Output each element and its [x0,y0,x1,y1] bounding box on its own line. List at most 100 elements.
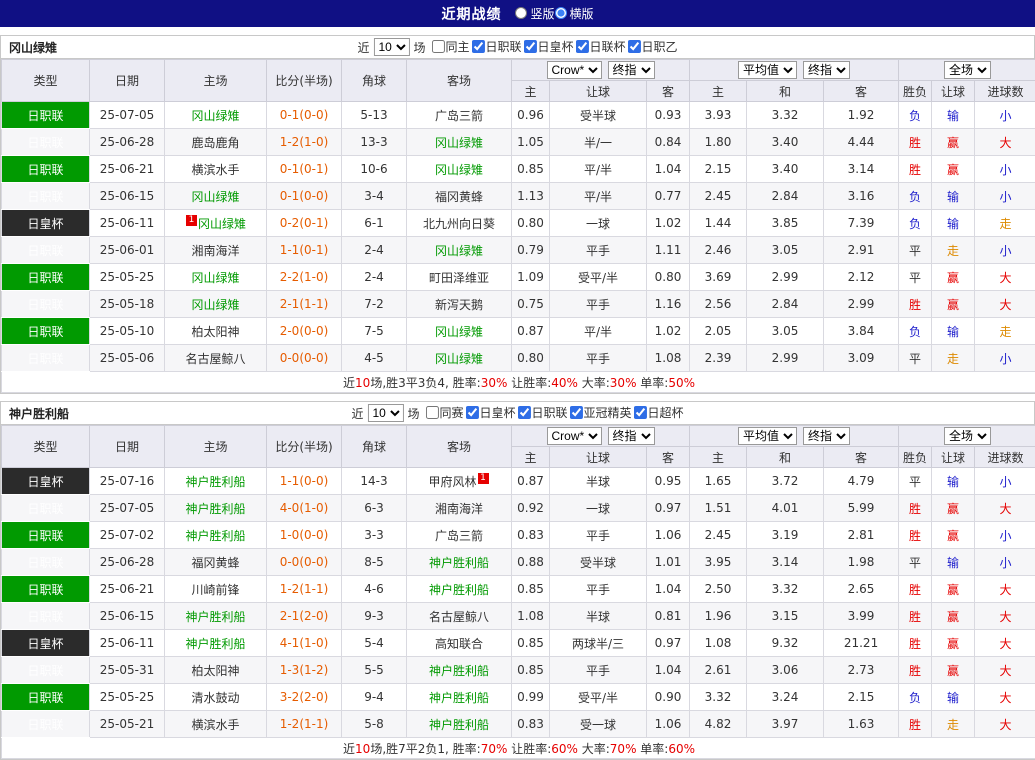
home-team-cell[interactable]: 1冈山绿雉 [165,210,267,237]
team-link[interactable]: 冈山绿雉 [191,298,239,312]
away-team-cell[interactable]: 广岛三箭 [407,522,512,549]
away-team-cell[interactable]: 冈山绿雉 [407,129,512,156]
away-team-cell[interactable]: 冈山绿雉 [407,318,512,345]
team-link[interactable]: 名古屋鲸八 [185,352,245,366]
away-team-cell[interactable]: 町田泽维亚 [407,264,512,291]
team-link[interactable]: 神户胜利船 [429,718,489,732]
team-link[interactable]: 冈山绿雉 [198,217,246,231]
match-count-select[interactable]: 10 [373,38,409,56]
match-count-select[interactable]: 10 [367,404,403,422]
filter-checkbox[interactable] [576,40,589,53]
asia-time-select[interactable]: 终指 [608,61,655,79]
filter-option[interactable]: 同主 [431,38,469,55]
team-link[interactable]: 冈山绿雉 [191,271,239,285]
filter-option[interactable]: 日皇杯 [524,38,574,55]
layout-option[interactable]: 横版 [555,5,594,22]
layout-radio[interactable] [515,7,527,19]
home-team-cell[interactable]: 柏太阳神 [165,318,267,345]
team-link[interactable]: 神户胜利船 [185,502,245,516]
filter-checkbox[interactable] [628,40,641,53]
team-link[interactable]: 冈山绿雉 [191,190,239,204]
team-link[interactable]: 广岛三箭 [435,529,483,543]
home-team-cell[interactable]: 神户胜利船 [165,522,267,549]
team-link[interactable]: 新泻天鹅 [435,298,483,312]
team-link[interactable]: 神户胜利船 [429,556,489,570]
asia-bookmaker-select[interactable]: Crow* [547,61,602,79]
team-link[interactable]: 湘南海洋 [435,502,483,516]
home-team-cell[interactable]: 神户胜利船 [165,603,267,630]
team-link[interactable]: 神户胜利船 [429,664,489,678]
team-link[interactable]: 町田泽维亚 [429,271,489,285]
team-link[interactable]: 冈山绿雉 [435,325,483,339]
filter-option[interactable]: 日联杯 [576,38,626,55]
filter-checkbox[interactable] [570,406,583,419]
home-team-cell[interactable]: 神户胜利船 [165,630,267,657]
team-link[interactable]: 湘南海洋 [191,244,239,258]
scope-select[interactable]: 全场 [944,427,991,445]
filter-option[interactable]: 同赛 [425,404,463,421]
team-link[interactable]: 冈山绿雉 [191,109,239,123]
home-team-cell[interactable]: 横滨水手 [165,711,267,738]
home-team-cell[interactable]: 冈山绿雉 [165,102,267,129]
layout-radio[interactable] [555,7,567,19]
away-team-cell[interactable]: 冈山绿雉 [407,345,512,372]
away-team-cell[interactable]: 北九州向日葵 [407,210,512,237]
away-team-cell[interactable]: 湘南海洋 [407,495,512,522]
away-team-cell[interactable]: 甲府风林1 [407,468,512,495]
filter-checkbox[interactable] [634,406,647,419]
away-team-cell[interactable]: 名古屋鲸八 [407,603,512,630]
team-link[interactable]: 北九州向日葵 [423,217,495,231]
home-team-cell[interactable]: 冈山绿雉 [165,291,267,318]
home-team-cell[interactable]: 神户胜利船 [165,495,267,522]
team-link[interactable]: 名古屋鲸八 [429,610,489,624]
team-link[interactable]: 横滨水手 [191,718,239,732]
team-link[interactable]: 清水鼓动 [191,691,239,705]
home-team-cell[interactable]: 清水鼓动 [165,684,267,711]
away-team-cell[interactable]: 高知联合 [407,630,512,657]
home-team-cell[interactable]: 冈山绿雉 [165,183,267,210]
home-team-cell[interactable]: 横滨水手 [165,156,267,183]
asia-time-select[interactable]: 终指 [608,427,655,445]
home-team-cell[interactable]: 名古屋鲸八 [165,345,267,372]
team-link[interactable]: 神户胜利船 [185,637,245,651]
team-link[interactable]: 川崎前锋 [191,583,239,597]
euro-bookmaker-select[interactable]: 平均值 [738,427,797,445]
team-link[interactable]: 鹿岛鹿角 [191,136,239,150]
filter-option[interactable]: 亚冠精英 [570,404,632,421]
team-link[interactable]: 柏太阳神 [191,664,239,678]
away-team-cell[interactable]: 神户胜利船 [407,576,512,603]
team-link[interactable]: 横滨水手 [191,163,239,177]
filter-option[interactable]: 日超杯 [634,404,684,421]
team-link[interactable]: 神户胜利船 [185,610,245,624]
team-link[interactable]: 神户胜利船 [185,529,245,543]
filter-checkbox[interactable] [425,406,438,419]
filter-checkbox[interactable] [524,40,537,53]
team-link[interactable]: 甲府风林 [428,475,476,489]
filter-checkbox[interactable] [465,406,478,419]
away-team-cell[interactable]: 冈山绿雉 [407,237,512,264]
layout-option[interactable]: 竖版 [515,5,554,22]
team-link[interactable]: 神户胜利船 [185,475,245,489]
euro-bookmaker-select[interactable]: 平均值 [738,61,797,79]
home-team-cell[interactable]: 福冈黄蜂 [165,549,267,576]
home-team-cell[interactable]: 神户胜利船 [165,468,267,495]
team-link[interactable]: 冈山绿雉 [435,163,483,177]
filter-option[interactable]: 日皇杯 [465,404,515,421]
away-team-cell[interactable]: 神户胜利船 [407,711,512,738]
filter-option[interactable]: 日职联 [518,404,568,421]
team-link[interactable]: 冈山绿雉 [435,136,483,150]
home-team-cell[interactable]: 川崎前锋 [165,576,267,603]
away-team-cell[interactable]: 冈山绿雉 [407,156,512,183]
team-link[interactable]: 冈山绿雉 [435,244,483,258]
filter-checkbox[interactable] [518,406,531,419]
euro-time-select[interactable]: 终指 [803,427,850,445]
home-team-cell[interactable]: 湘南海洋 [165,237,267,264]
euro-time-select[interactable]: 终指 [803,61,850,79]
team-link[interactable]: 高知联合 [435,637,483,651]
away-team-cell[interactable]: 神户胜利船 [407,657,512,684]
team-link[interactable]: 福冈黄蜂 [191,556,239,570]
asia-bookmaker-select[interactable]: Crow* [547,427,602,445]
home-team-cell[interactable]: 鹿岛鹿角 [165,129,267,156]
filter-checkbox[interactable] [471,40,484,53]
away-team-cell[interactable]: 福冈黄蜂 [407,183,512,210]
